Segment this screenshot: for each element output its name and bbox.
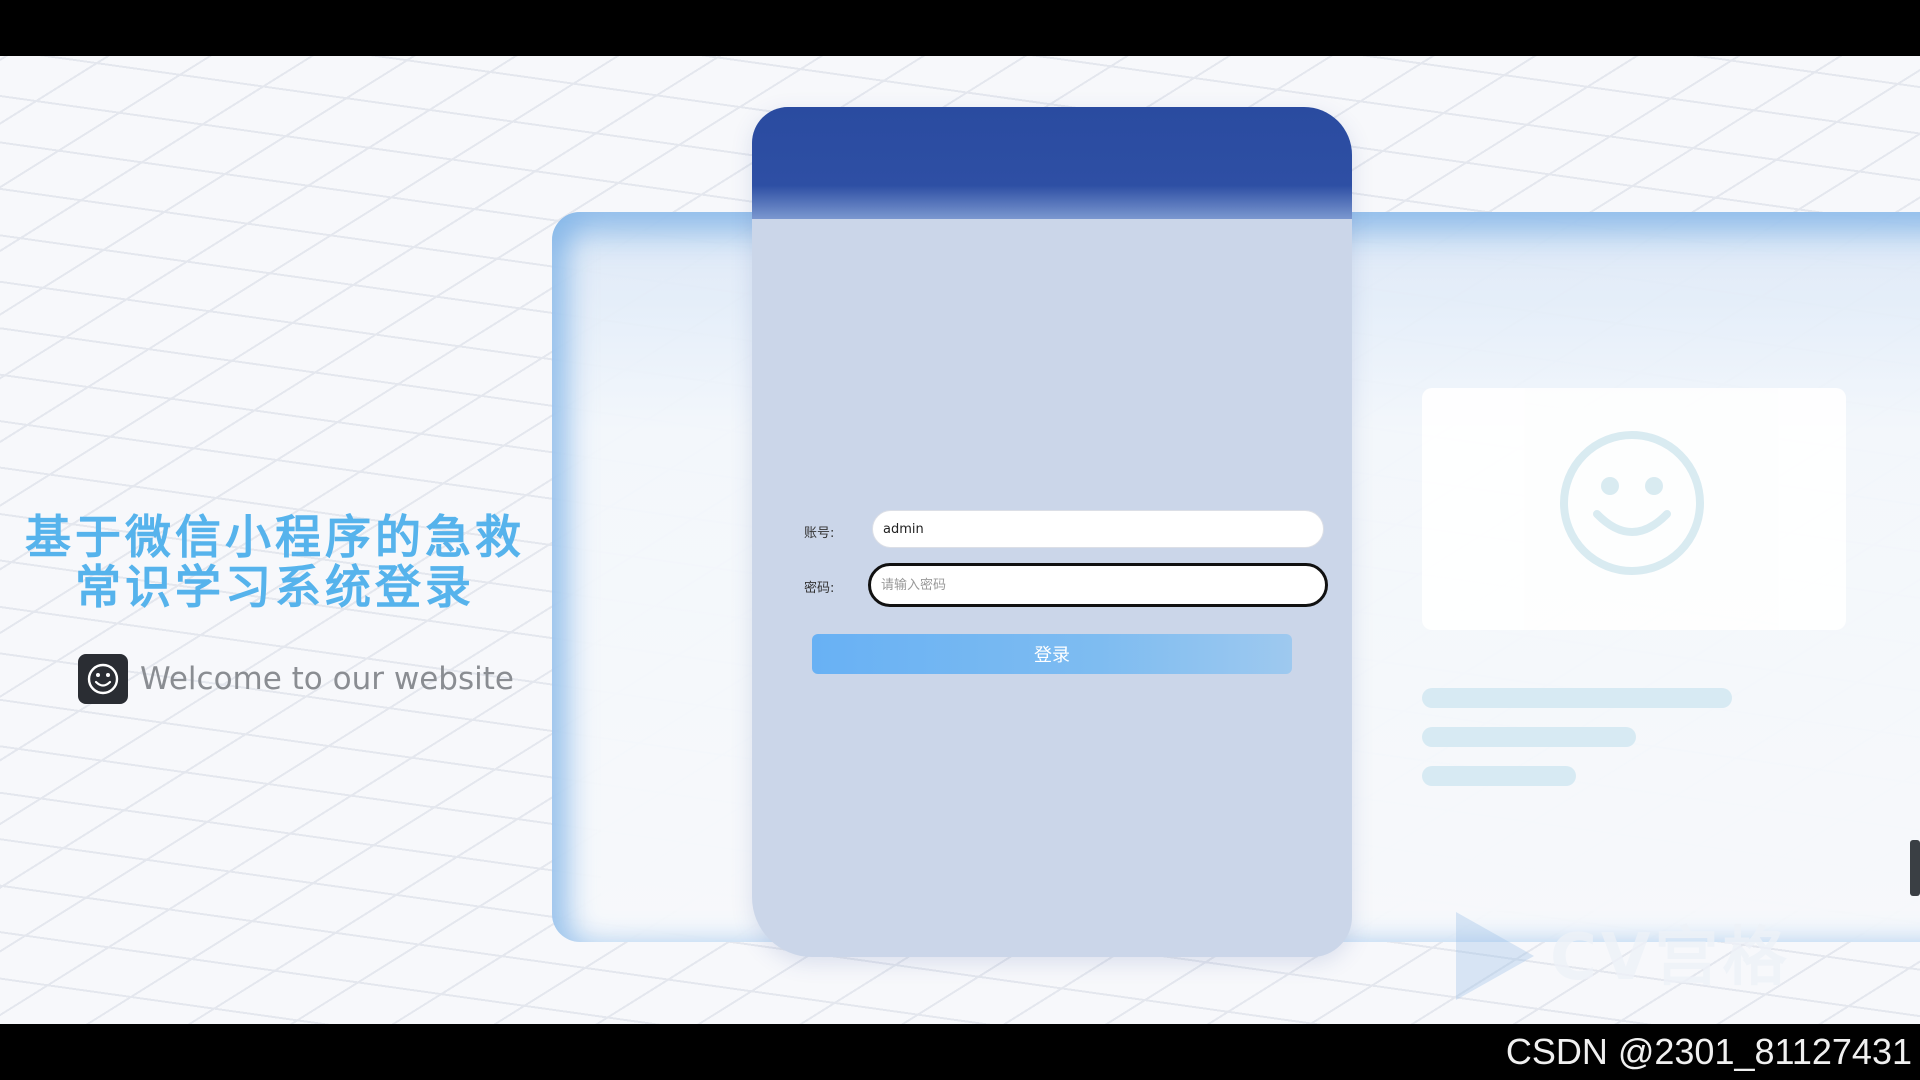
account-label: 账号: xyxy=(804,526,835,541)
login-card: 账号: 密码: 登录 xyxy=(752,107,1352,957)
decorative-preview-card xyxy=(1422,388,1846,630)
page-title-line-2: 常识学习系统登录 xyxy=(75,560,475,614)
login-page-background: CV宫格 账号: 密码: 登录 基于微信小程序的急救 常识学习系统登录 Welc… xyxy=(0,56,1920,1024)
welcome-smile-icon xyxy=(78,654,128,704)
login-card-header xyxy=(752,107,1352,219)
top-black-bar xyxy=(0,0,1920,56)
decorative-line xyxy=(1422,766,1576,786)
scrollbar-handle[interactable] xyxy=(1910,840,1920,896)
welcome-text: Welcome to our website xyxy=(140,661,514,697)
page-title-line-1: 基于微信小程序的急救 xyxy=(25,510,525,564)
smile-icon xyxy=(1560,431,1704,575)
login-button[interactable]: 登录 xyxy=(812,634,1292,674)
password-input[interactable] xyxy=(868,563,1328,607)
password-label: 密码: xyxy=(804,581,835,596)
decorative-line xyxy=(1422,688,1732,708)
page-title: 基于微信小程序的急救 常识学习系统登录 xyxy=(0,512,550,612)
brand-logo-text: CV宫格 xyxy=(1550,921,1791,995)
welcome-row: Welcome to our website xyxy=(78,654,514,704)
decorative-line xyxy=(1422,727,1636,747)
account-input[interactable] xyxy=(872,510,1324,548)
csdn-watermark: CSDN @2301_81127431 xyxy=(1505,1031,1912,1072)
play-logo-icon xyxy=(1456,912,1534,1000)
